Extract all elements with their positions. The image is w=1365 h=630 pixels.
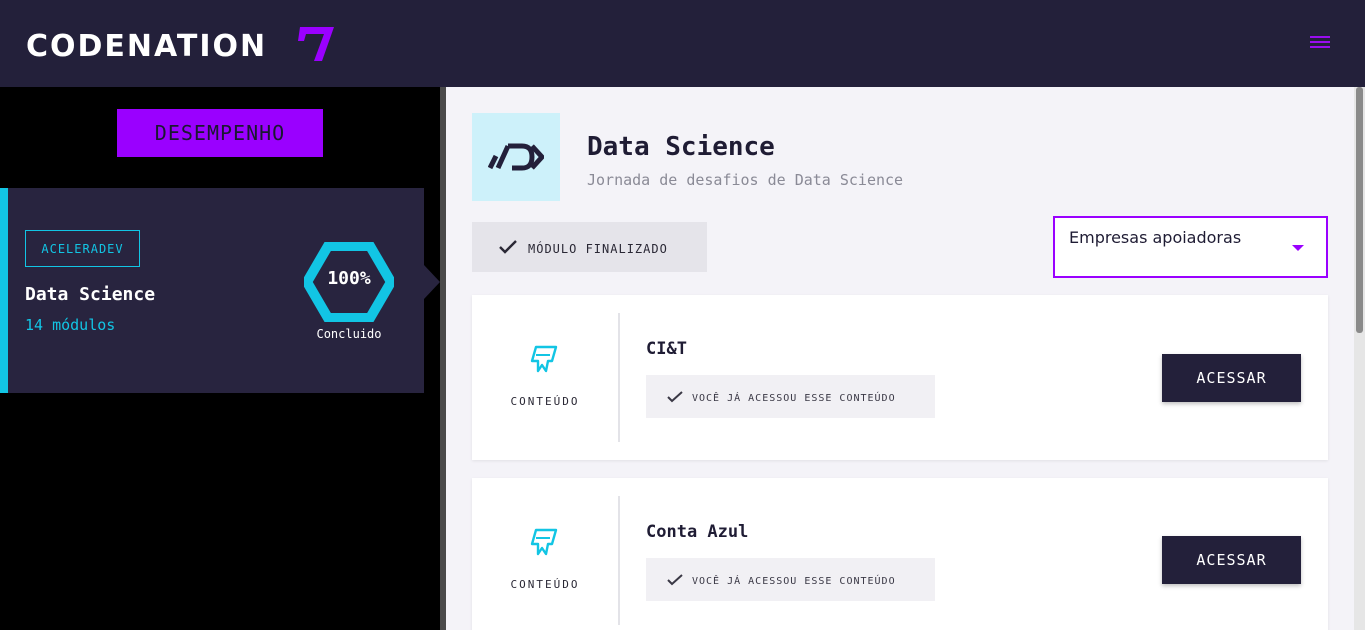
course-badge: ACELERADEV <box>25 230 140 267</box>
content-name: CI&T <box>646 339 687 359</box>
content-status-chip: VOCÊ JÁ ACESSOU ESSE CONTEÚDO <box>646 375 935 418</box>
access-button[interactable]: ACESSAR <box>1162 354 1301 402</box>
hamburger-menu-icon[interactable] <box>1308 34 1332 52</box>
module-status-text: MÓDULO FINALIZADO <box>528 242 668 256</box>
companies-select-value: Empresas apoiadoras <box>1069 228 1242 247</box>
content-book-icon <box>530 345 558 373</box>
content-type-label: CONTEÚDO <box>510 578 580 591</box>
check-icon <box>667 390 683 402</box>
content-status-chip: VOCÊ JÁ ACESSOU ESSE CONTEÚDO <box>646 558 935 601</box>
course-card[interactable]: ACELERADEV Data Science 14 módulos 100% … <box>0 188 440 393</box>
content-divider <box>618 313 620 442</box>
access-button[interactable]: ACESSAR <box>1162 536 1301 584</box>
course-title: Data Science <box>25 284 156 305</box>
scrollbar[interactable] <box>1354 87 1365 630</box>
module-title: Data Science <box>587 132 775 162</box>
content-status-text: VOCÊ JÁ ACESSOU ESSE CONTEÚDO <box>692 392 896 404</box>
logo-mark-icon <box>298 27 334 61</box>
content-book-icon <box>530 528 558 556</box>
main-content: Data Science Jornada de desafios de Data… <box>446 87 1354 630</box>
data-science-module-icon <box>472 113 560 201</box>
module-status-chip: MÓDULO FINALIZADO <box>472 222 707 272</box>
content-name: Conta Azul <box>646 522 749 542</box>
content-card: CONTEÚDO Conta Azul VOCÊ JÁ ACESSOU ESSE… <box>472 478 1328 630</box>
companies-select[interactable]: Empresas apoiadoras <box>1053 216 1328 278</box>
chevron-down-icon <box>1292 245 1304 251</box>
progress-percent: 100% <box>327 268 371 289</box>
logo-text: CODENATION <box>26 28 268 64</box>
scrollbar-thumb[interactable] <box>1356 87 1363 333</box>
codenation-logo[interactable]: CODENATION <box>26 25 336 67</box>
progress-label: Concluido <box>316 327 382 341</box>
content-status-text: VOCÊ JÁ ACESSOU ESSE CONTEÚDO <box>692 575 896 587</box>
course-modules-count: 14 módulos <box>25 316 116 334</box>
sidebar: DESEMPENHO ACELERADEV Data Science 14 mó… <box>0 87 440 630</box>
module-subtitle: Jornada de desafios de Data Science <box>587 171 904 189</box>
content-card: CONTEÚDO CI&T VOCÊ JÁ ACESSOU ESSE CONTE… <box>472 295 1328 460</box>
content-divider <box>618 496 620 625</box>
content-type-label: CONTEÚDO <box>510 395 580 408</box>
performance-button[interactable]: DESEMPENHO <box>117 109 323 157</box>
check-icon <box>499 240 517 254</box>
module-logo-icon <box>488 143 544 171</box>
top-bar: CODENATION <box>0 0 1365 87</box>
check-icon <box>667 573 683 585</box>
